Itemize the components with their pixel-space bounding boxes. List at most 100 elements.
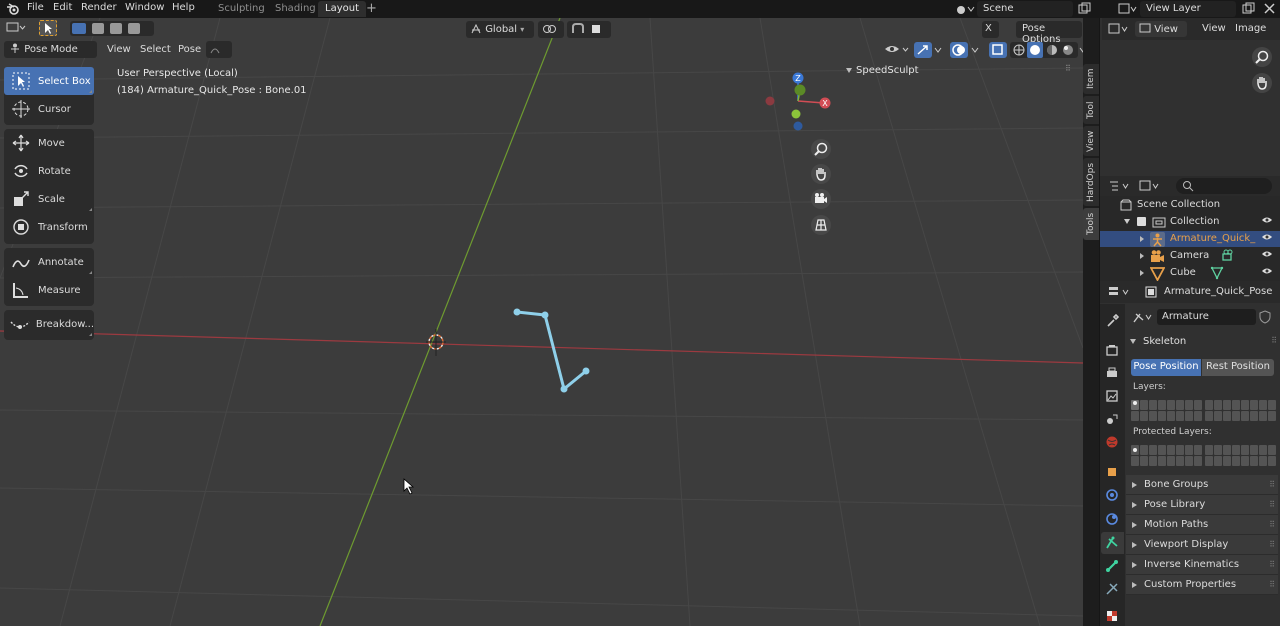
tab-hardops[interactable]: HardOps <box>1083 158 1099 206</box>
transform-orientation-dropdown[interactable]: Global ▾ <box>466 21 534 38</box>
speedsculpt-panel-header[interactable]: SpeedSculpt <box>846 65 919 76</box>
tab-object[interactable] <box>1101 462 1123 482</box>
solid-shading-button[interactable] <box>1027 42 1043 58</box>
panel-drag-handle-icon[interactable]: ⠿ <box>1269 500 1275 509</box>
view-mode-dropdown[interactable]: View <box>1135 21 1187 37</box>
properties-type-icon[interactable] <box>1108 285 1132 299</box>
perspective-toggle-icon[interactable] <box>810 214 832 236</box>
expand-triangle-icon[interactable] <box>1140 236 1144 242</box>
view-layer-field[interactable]: View Layer <box>1140 1 1236 17</box>
panel-viewport-display[interactable]: Viewport Display ⠿ <box>1126 535 1278 555</box>
armature-data-icon[interactable] <box>1132 310 1154 324</box>
panel-drag-handle-icon[interactable]: ⠿ <box>1269 540 1275 549</box>
expand-triangle-icon[interactable] <box>1124 219 1130 224</box>
menu-help[interactable]: Help <box>172 2 195 13</box>
tab-bone-constraints[interactable] <box>1101 579 1123 599</box>
snap-group[interactable] <box>567 21 611 38</box>
pan-hand-icon[interactable] <box>1251 72 1273 94</box>
layers-grid-left[interactable] <box>1131 400 1202 421</box>
tool-rotate[interactable]: Rotate <box>4 157 94 185</box>
xray-toggle-button[interactable] <box>989 42 1007 58</box>
outliner-item-cube[interactable]: Cube <box>1100 265 1280 281</box>
panel-drag-handle-icon[interactable]: ⠿ <box>1065 64 1071 73</box>
expand-triangle-icon[interactable] <box>1140 270 1144 276</box>
tab-armature-data-active[interactable] <box>1101 532 1124 554</box>
eye-icon[interactable] <box>1262 250 1272 258</box>
tool-transform[interactable]: Transform <box>4 213 94 241</box>
add-workspace-button[interactable]: + <box>366 1 377 16</box>
menu-select[interactable]: Select <box>140 44 171 55</box>
outliner-area[interactable]: Scene Collection Collection Armature_Qui… <box>1100 176 1280 281</box>
zoom-icon[interactable] <box>1251 46 1273 68</box>
new-scene-icon[interactable] <box>1078 2 1092 15</box>
eye-icon[interactable] <box>1262 267 1272 275</box>
armature-bones[interactable] <box>513 308 590 393</box>
editor-type-icon[interactable] <box>6 20 28 34</box>
visibility-dropdown-icon[interactable] <box>884 43 912 56</box>
tab-world[interactable] <box>1101 432 1123 452</box>
navigation-gizmo[interactable]: Z X <box>758 70 838 132</box>
menu-view[interactable]: View <box>107 44 131 55</box>
wireframe-shading-icon[interactable] <box>1012 43 1026 57</box>
mode-dropdown[interactable]: Pose Mode <box>4 41 97 58</box>
tab-render[interactable] <box>1101 340 1123 360</box>
menu-pose[interactable]: Pose <box>178 44 201 55</box>
overlays-dropdown-icon[interactable] <box>970 44 980 56</box>
select-mode-button[interactable] <box>39 20 57 36</box>
armature-data-field[interactable]: Armature <box>1157 309 1256 325</box>
proportional-edit-dropdown[interactable] <box>206 41 232 58</box>
3d-cursor-icon[interactable] <box>426 329 446 356</box>
selection-extend-icon[interactable] <box>92 23 104 34</box>
tab-view[interactable]: View <box>1083 126 1099 156</box>
expand-triangle-icon[interactable] <box>1140 253 1144 259</box>
tool-breakdowner[interactable]: Breakdow... <box>4 310 94 338</box>
tab-scene[interactable] <box>1101 409 1123 429</box>
eye-icon[interactable] <box>1262 216 1272 224</box>
tool-cursor[interactable]: Cursor <box>4 95 94 123</box>
outliner-search-input[interactable] <box>1176 178 1272 194</box>
tool-scale[interactable]: Scale <box>4 185 94 213</box>
tab-output[interactable] <box>1101 363 1123 383</box>
tab-modifiers[interactable] <box>1101 485 1123 505</box>
close-local-view-button[interactable]: X <box>982 21 999 38</box>
tool-measure[interactable]: Measure <box>4 276 94 304</box>
outliner-type-icon[interactable] <box>1108 179 1132 193</box>
pan-hand-icon[interactable] <box>810 163 832 185</box>
gizmo-dropdown-icon[interactable] <box>933 44 943 56</box>
panel-inverse-kinematics[interactable]: Inverse Kinematics ⠿ <box>1126 555 1278 575</box>
panel-custom-properties[interactable]: Custom Properties ⠿ <box>1126 575 1278 595</box>
view-layer-icon[interactable] <box>1118 2 1138 16</box>
tab-physics[interactable] <box>1101 509 1123 529</box>
fake-user-shield-icon[interactable] <box>1258 310 1272 324</box>
tab-item[interactable]: Item <box>1083 64 1099 94</box>
panel-drag-handle-icon[interactable]: ⠿ <box>1269 580 1275 589</box>
remove-view-layer-icon[interactable] <box>1263 2 1276 15</box>
tool-annotate[interactable]: Annotate <box>4 248 94 276</box>
tab-layout[interactable]: Layout <box>318 1 366 17</box>
tool-select-box[interactable]: Select Box <box>4 67 94 95</box>
tab-texture[interactable] <box>1101 606 1123 626</box>
panel-bone-groups[interactable]: Bone Groups ⠿ <box>1126 475 1278 495</box>
editor-type-icon[interactable] <box>1108 22 1130 36</box>
tab-tools[interactable]: Tools <box>1083 208 1099 240</box>
pivot-dropdown[interactable] <box>538 21 564 38</box>
selection-new-icon[interactable] <box>72 23 86 34</box>
camera-data-icon[interactable] <box>1222 249 1236 263</box>
overlays-toggle-button[interactable] <box>950 42 968 58</box>
menu-edit[interactable]: Edit <box>53 2 72 13</box>
panel-pose-library[interactable]: Pose Library ⠿ <box>1126 495 1278 515</box>
collection-checkbox[interactable] <box>1137 217 1146 226</box>
panel-drag-handle-icon[interactable]: ⠿ <box>1269 560 1275 569</box>
outliner-item-armature[interactable]: Armature_Quick_Pose <box>1100 231 1280 247</box>
panel-drag-handle-icon[interactable]: ⠿ <box>1269 520 1275 529</box>
3d-viewport[interactable]: Global ▾ X Pose Options Pose Mode View S… <box>0 18 1083 626</box>
tab-sculpting[interactable]: Sculpting <box>211 1 272 17</box>
panel-motion-paths[interactable]: Motion Paths ⠿ <box>1126 515 1278 535</box>
menu-window[interactable]: Window <box>125 2 164 13</box>
scene-selector-icon[interactable] <box>955 2 975 16</box>
tool-move[interactable]: Move <box>4 129 94 157</box>
layers-grid-right[interactable] <box>1205 400 1276 421</box>
protected-layers-grid-left[interactable] <box>1131 445 1202 466</box>
menu-image[interactable]: Image <box>1235 23 1266 34</box>
scene-name-field[interactable]: Scene <box>977 1 1073 17</box>
